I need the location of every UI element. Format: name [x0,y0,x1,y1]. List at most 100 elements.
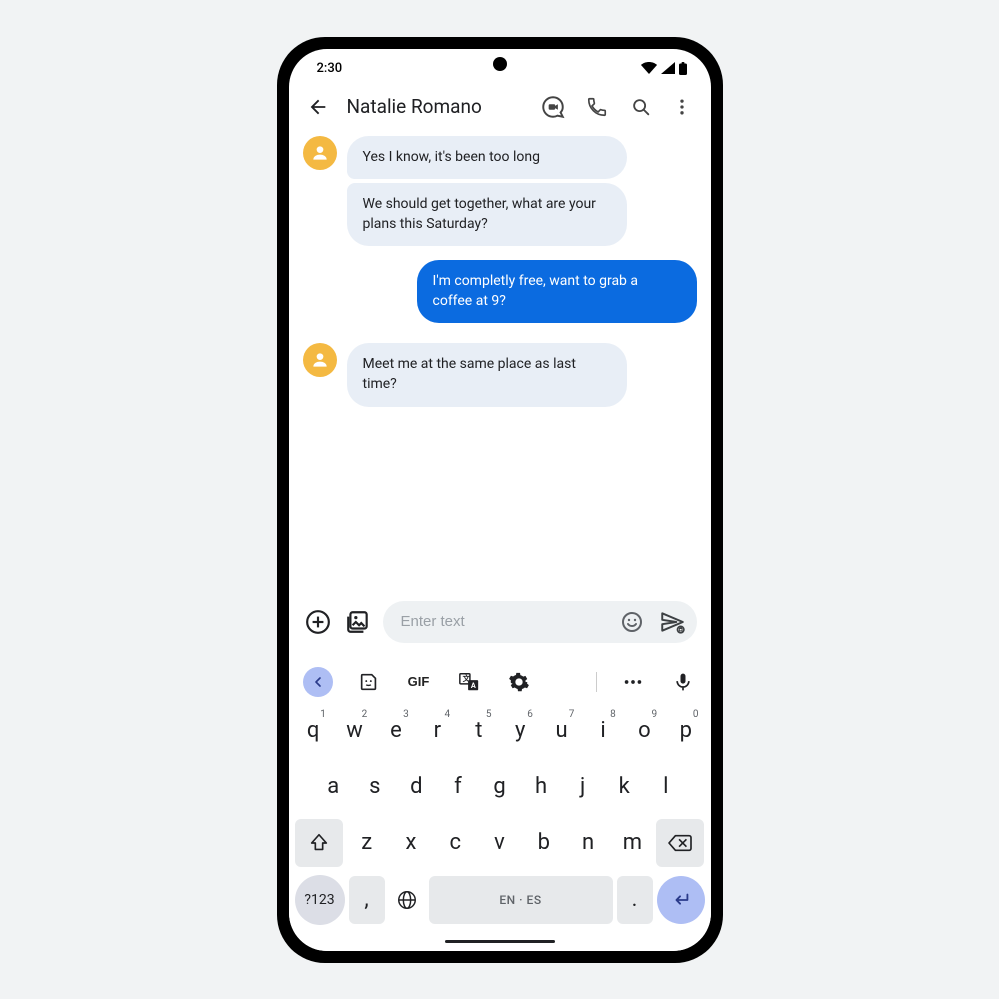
key-c[interactable]: c [435,819,475,867]
send-button[interactable] [657,607,687,637]
plus-circle-icon [305,609,331,635]
key-y[interactable]: y6 [502,707,539,755]
voice-input-button[interactable] [669,668,697,696]
key-u[interactable]: u7 [543,707,580,755]
key-i[interactable]: i8 [584,707,621,755]
symbols-key[interactable]: ?123 [295,875,345,925]
key-o[interactable]: o9 [626,707,663,755]
key-r[interactable]: r4 [419,707,456,755]
message-group: Yes I know, it's been too long We should… [347,136,627,247]
key-superscript: 1 [320,709,326,720]
comma-key[interactable]: , [349,876,385,924]
search-button[interactable] [623,92,659,122]
svg-text:文: 文 [461,674,470,683]
phone-screen: 2:30 Natalie Romano [289,49,711,951]
key-z[interactable]: z [347,819,387,867]
translate-icon: 文A [458,671,480,693]
more-tools-button[interactable] [619,668,647,696]
message-bubble[interactable]: Yes I know, it's been too long [347,136,627,180]
settings-button[interactable] [505,668,533,696]
key-g[interactable]: g [481,763,519,811]
chevron-left-icon [310,674,326,690]
key-q[interactable]: q1 [294,707,331,755]
key-t[interactable]: t5 [460,707,497,755]
sticker-icon [358,671,380,693]
back-button[interactable] [303,92,333,122]
message-input[interactable] [401,613,607,630]
enter-key[interactable] [657,876,705,924]
backspace-key[interactable] [656,819,704,867]
key-superscript: 2 [362,709,368,720]
shift-key[interactable] [295,819,343,867]
key-superscript: 9 [652,709,658,720]
key-f[interactable]: f [439,763,477,811]
keyboard-collapse-button[interactable] [303,667,333,697]
video-camera-icon [540,94,566,120]
key-n[interactable]: n [568,819,608,867]
key-p[interactable]: p0 [667,707,704,755]
gear-icon [508,671,530,693]
key-s[interactable]: s [356,763,394,811]
key-superscript: 8 [610,709,616,720]
key-a[interactable]: a [314,763,352,811]
space-key[interactable]: EN · ES [429,876,613,924]
stickers-button[interactable] [355,668,383,696]
message-row: Yes I know, it's been too long We should… [303,136,697,247]
video-call-button[interactable] [535,92,571,122]
key-h[interactable]: h [522,763,560,811]
front-camera-dot [493,57,507,71]
cellular-icon [661,62,675,74]
key-k[interactable]: k [605,763,643,811]
status-time: 2:30 [317,61,343,76]
send-icon [659,609,685,635]
message-bubble[interactable]: We should get together, what are your pl… [347,183,627,246]
message-bubble[interactable]: Meet me at the same place as last time? [347,343,627,406]
more-options-button[interactable] [667,92,697,122]
message-row: I'm completly free, want to grab a coffe… [303,260,697,323]
compose-field[interactable] [383,601,697,643]
phone-call-button[interactable] [579,92,615,122]
key-e[interactable]: e3 [377,707,414,755]
person-icon [310,350,330,370]
message-bubble[interactable]: I'm completly free, want to grab a coffe… [417,260,697,323]
key-w[interactable]: w2 [336,707,373,755]
key-superscript: 7 [569,709,575,720]
gallery-button[interactable] [343,607,373,637]
conversation-header: Natalie Romano [289,82,711,136]
person-icon [310,143,330,163]
key-superscript: 5 [486,709,492,720]
gif-button[interactable]: GIF [405,668,433,696]
keyboard-row-2: asdfghjkl [295,763,705,811]
language-key[interactable] [389,876,425,924]
emoji-button[interactable] [617,607,647,637]
key-superscript: 6 [527,709,533,720]
keyboard-toolbar: GIF 文A [295,661,705,707]
key-m[interactable]: m [612,819,652,867]
battery-icon [679,62,687,75]
key-l[interactable]: l [647,763,685,811]
key-j[interactable]: j [564,763,602,811]
message-list[interactable]: Yes I know, it's been too long We should… [289,136,711,591]
contact-name[interactable]: Natalie Romano [347,95,482,118]
phone-icon [586,96,608,118]
translate-button[interactable]: 文A [455,668,483,696]
key-v[interactable]: v [479,819,519,867]
keyboard-row-1: q1w2e3r4t5y6u7i8o9p0 [295,707,705,755]
shift-icon [308,832,330,854]
navigation-home-bar[interactable] [445,940,555,943]
key-b[interactable]: b [524,819,564,867]
horizontal-dots-icon [622,671,644,693]
avatar[interactable] [303,136,337,170]
key-superscript: 0 [693,709,699,720]
status-icons [641,62,687,75]
compose-bar [289,591,711,655]
key-x[interactable]: x [391,819,431,867]
key-d[interactable]: d [398,763,436,811]
emoji-icon [620,610,644,634]
add-attachment-button[interactable] [303,607,333,637]
phone-frame: 2:30 Natalie Romano [277,37,723,963]
period-key[interactable]: . [617,876,653,924]
return-icon [670,889,692,911]
avatar[interactable] [303,343,337,377]
svg-text:A: A [470,680,475,689]
